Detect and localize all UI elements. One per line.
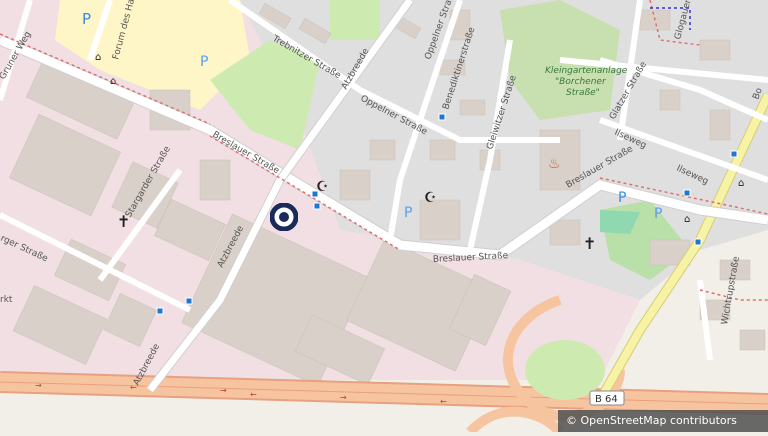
map-canvas[interactable]: → ← → ← → ← P P P P P ✝ ✝ ☪ ☪ ♨ ⌂ ⌂ ⌂ ⌂ Treb… — [0, 0, 768, 436]
road-shield-b64: B 64 — [589, 390, 625, 406]
parking-icon: P — [654, 206, 662, 222]
garden-label: Straße" — [566, 88, 600, 98]
svg-text:→: → — [340, 393, 347, 402]
shelter-icon: ⌂ — [684, 214, 690, 225]
svg-text:B 64: B 64 — [595, 394, 618, 405]
svg-text:←: ← — [250, 390, 257, 399]
green-patch-north — [330, 0, 380, 40]
svg-text:→: → — [35, 381, 42, 390]
attribution[interactable]: © OpenStreetMap contributors — [558, 410, 768, 432]
parking-icon: P — [82, 10, 91, 28]
garden-label: "Borchener — [555, 77, 607, 87]
svg-text:←: ← — [440, 397, 447, 406]
map-view[interactable]: → ← → ← → ← P P P P P ✝ ✝ ☪ ☪ ♨ ⌂ ⌂ ⌂ ⌂ Treb… — [0, 0, 768, 436]
svg-text:→: → — [220, 386, 227, 395]
street-label: rkt — [0, 295, 13, 305]
location-marker-icon[interactable] — [270, 203, 298, 231]
attribution-text[interactable]: © OpenStreetMap contributors — [566, 414, 737, 427]
parking-icon: P — [200, 54, 208, 70]
shelter-icon: ⌂ — [110, 76, 116, 87]
shelter-icon: ⌂ — [95, 52, 101, 63]
mosque-icon: ☪ — [316, 179, 329, 195]
church-icon: ✝ — [583, 234, 596, 253]
mosque-icon: ☪ — [424, 190, 437, 206]
parking-icon: P — [618, 190, 626, 206]
garden-label: Kleingartenanlage — [545, 66, 628, 76]
fire-station-icon: ♨ — [548, 156, 561, 172]
parking-icon: P — [404, 205, 412, 221]
shelter-icon: ⌂ — [738, 178, 744, 189]
